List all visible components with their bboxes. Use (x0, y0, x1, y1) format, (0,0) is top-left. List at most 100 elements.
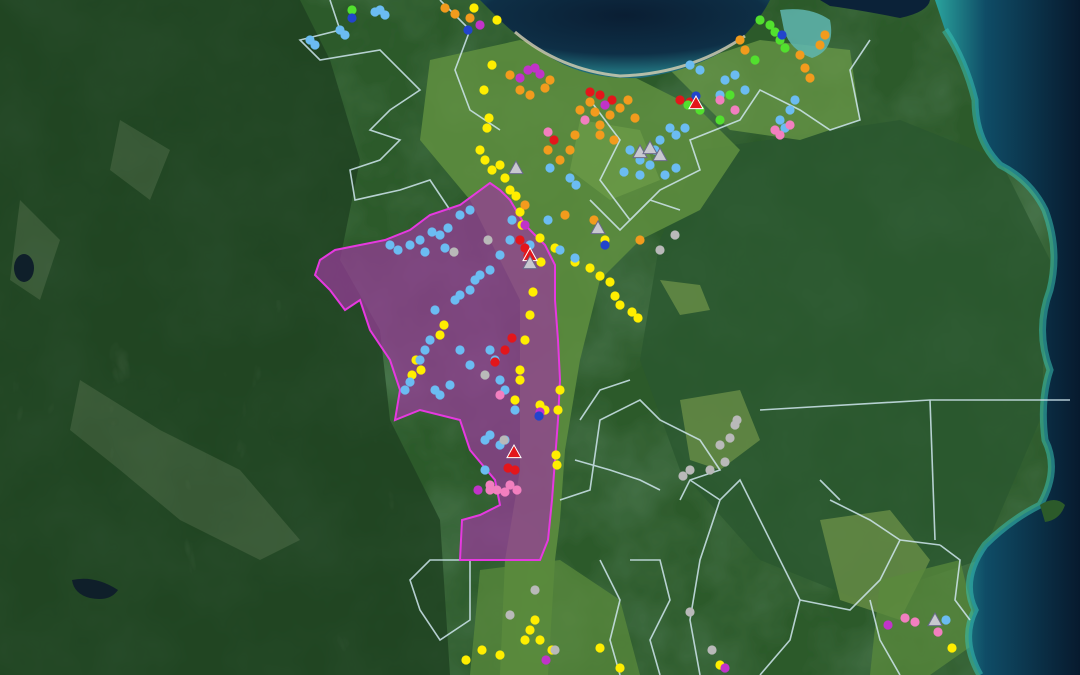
marker-navy[interactable] (347, 13, 357, 23)
marker-orange[interactable] (609, 135, 619, 145)
marker-light-blue[interactable] (400, 385, 410, 395)
marker-magenta[interactable] (883, 620, 893, 630)
marker-yellow[interactable] (515, 365, 525, 375)
marker-light-blue[interactable] (393, 245, 403, 255)
marker-red[interactable] (549, 135, 559, 145)
marker-light-blue[interactable] (455, 290, 465, 300)
marker-yellow[interactable] (595, 271, 605, 281)
marker-grey[interactable] (715, 440, 725, 450)
marker-yellow[interactable] (595, 643, 605, 653)
marker-light-blue[interactable] (380, 10, 390, 20)
marker-grey[interactable] (705, 465, 715, 475)
marker-orange[interactable] (605, 110, 615, 120)
marker-red[interactable] (585, 87, 595, 97)
satellite-map[interactable] (0, 0, 1080, 675)
marker-light-blue[interactable] (310, 40, 320, 50)
marker-light-blue[interactable] (505, 235, 515, 245)
marker-magenta[interactable] (720, 663, 730, 673)
marker-yellow[interactable] (511, 191, 521, 201)
marker-yellow[interactable] (528, 287, 538, 297)
marker-light-blue[interactable] (619, 167, 629, 177)
marker-light-blue[interactable] (543, 215, 553, 225)
marker-orange[interactable] (740, 45, 750, 55)
marker-pink[interactable] (785, 120, 795, 130)
marker-navy[interactable] (463, 25, 473, 35)
marker-yellow[interactable] (479, 85, 489, 95)
marker-yellow[interactable] (435, 330, 445, 340)
marker-orange[interactable] (555, 155, 565, 165)
marker-grey[interactable] (449, 247, 459, 257)
marker-orange[interactable] (615, 103, 625, 113)
marker-light-blue[interactable] (425, 335, 435, 345)
marker-red[interactable] (675, 95, 685, 105)
marker-light-blue[interactable] (495, 250, 505, 260)
marker-light-blue[interactable] (485, 345, 495, 355)
marker-light-blue[interactable] (635, 170, 645, 180)
marker-light-blue[interactable] (455, 345, 465, 355)
marker-yellow[interactable] (530, 615, 540, 625)
marker-yellow[interactable] (552, 460, 562, 470)
marker-yellow[interactable] (535, 635, 545, 645)
marker-light-blue[interactable] (415, 355, 425, 365)
marker-grey[interactable] (670, 230, 680, 240)
marker-yellow[interactable] (555, 385, 565, 395)
marker-pink[interactable] (543, 127, 553, 137)
marker-yellow[interactable] (475, 145, 485, 155)
marker-yellow[interactable] (500, 173, 510, 183)
marker-light-blue[interactable] (510, 405, 520, 415)
marker-light-blue[interactable] (465, 205, 475, 215)
marker-yellow[interactable] (495, 160, 505, 170)
marker-yellow[interactable] (520, 335, 530, 345)
marker-orange[interactable] (540, 83, 550, 93)
marker-light-blue[interactable] (730, 70, 740, 80)
marker-yellow[interactable] (492, 15, 502, 25)
marker-orange[interactable] (800, 63, 810, 73)
marker-yellow[interactable] (551, 450, 561, 460)
marker-orange[interactable] (575, 105, 585, 115)
marker-orange[interactable] (585, 97, 595, 107)
marker-yellow[interactable] (605, 277, 615, 287)
marker-light-blue[interactable] (790, 95, 800, 105)
marker-grey[interactable] (720, 457, 730, 467)
marker-light-blue[interactable] (625, 145, 635, 155)
marker-yellow[interactable] (495, 650, 505, 660)
marker-light-blue[interactable] (655, 135, 665, 145)
marker-light-blue[interactable] (660, 170, 670, 180)
marker-yellow[interactable] (461, 655, 471, 665)
marker-yellow[interactable] (510, 395, 520, 405)
marker-grey[interactable] (685, 607, 695, 617)
marker-yellow[interactable] (416, 365, 426, 375)
marker-pink[interactable] (512, 485, 522, 495)
marker-orange[interactable] (623, 95, 633, 105)
marker-orange[interactable] (465, 13, 475, 23)
marker-red[interactable] (500, 345, 510, 355)
marker-grey[interactable] (480, 370, 490, 380)
marker-orange[interactable] (795, 50, 805, 60)
marker-light-blue[interactable] (465, 360, 475, 370)
marker-yellow[interactable] (536, 257, 546, 267)
marker-pink[interactable] (730, 105, 740, 115)
marker-grey[interactable] (725, 433, 735, 443)
marker-grey[interactable] (655, 245, 665, 255)
marker-light-blue[interactable] (435, 230, 445, 240)
marker-light-blue[interactable] (405, 377, 415, 387)
marker-light-blue[interactable] (475, 270, 485, 280)
marker-yellow[interactable] (482, 123, 492, 133)
map-canvas[interactable] (0, 0, 1080, 675)
marker-light-blue[interactable] (445, 380, 455, 390)
marker-light-blue[interactable] (465, 285, 475, 295)
marker-yellow[interactable] (520, 635, 530, 645)
marker-grey[interactable] (530, 585, 540, 595)
marker-red[interactable] (595, 90, 605, 100)
marker-orange[interactable] (630, 113, 640, 123)
marker-green[interactable] (750, 55, 760, 65)
marker-grey[interactable] (678, 471, 688, 481)
marker-yellow[interactable] (615, 663, 625, 673)
marker-light-blue[interactable] (427, 227, 437, 237)
marker-orange[interactable] (565, 145, 575, 155)
marker-magenta[interactable] (473, 485, 483, 495)
marker-pink[interactable] (933, 627, 943, 637)
marker-grey[interactable] (550, 645, 560, 655)
marker-green[interactable] (347, 5, 357, 15)
marker-light-blue[interactable] (775, 115, 785, 125)
